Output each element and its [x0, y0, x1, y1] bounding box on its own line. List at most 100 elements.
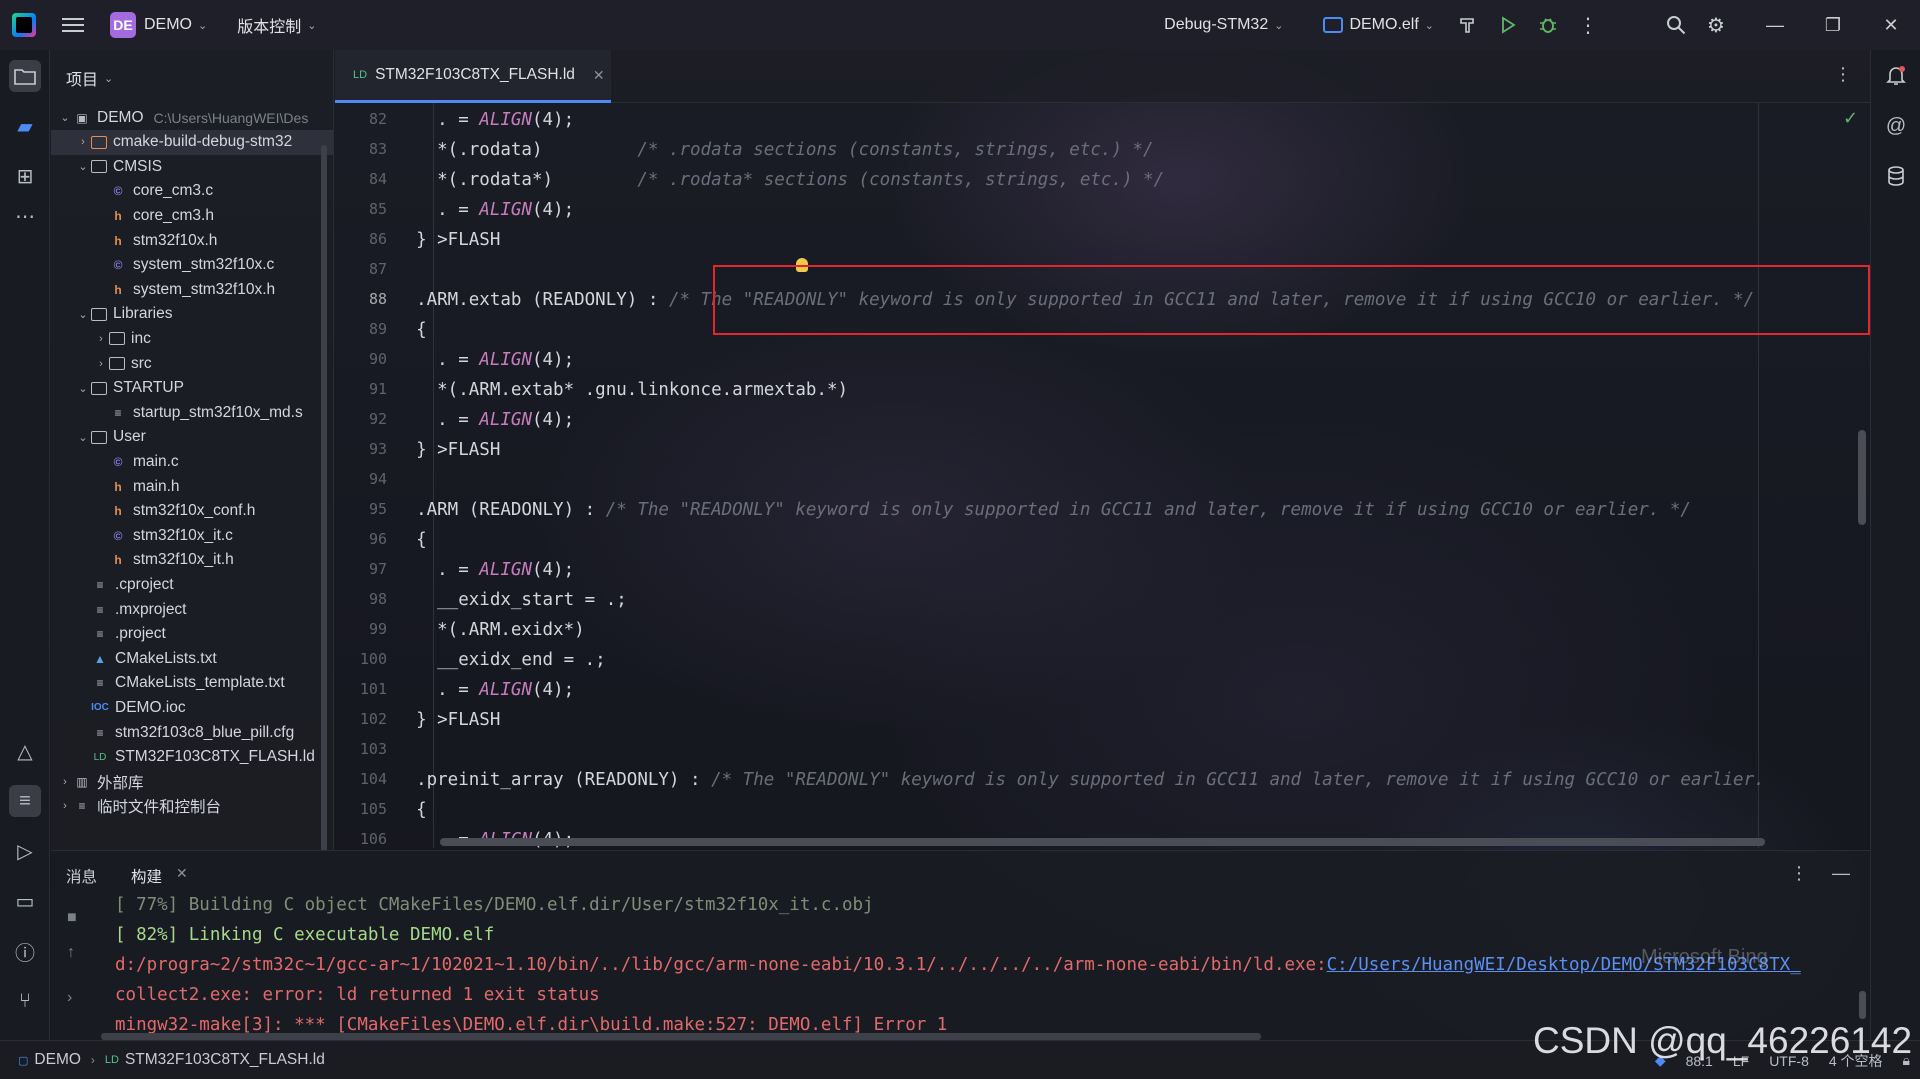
expanded-chevron-icon[interactable]: ⌄ [75, 160, 91, 173]
tree-item[interactable]: ≡ stm32f103c8_blue_pill.cfg [51, 720, 294, 745]
tree-item[interactable]: h system_stm32f10x.h [51, 277, 275, 302]
tree-item[interactable]: LD STM32F103C8TX_FLASH.ld [51, 745, 315, 770]
cmake-tool-icon[interactable]: ▰ [9, 110, 41, 142]
tab-build[interactable]: 构建 [131, 865, 162, 887]
chevron-down-icon[interactable]: ⌄ [1274, 19, 1283, 32]
close-tab-icon[interactable]: ✕ [593, 67, 605, 84]
close-build-tab-icon[interactable]: ✕ [176, 865, 188, 882]
tree-item[interactable]: ⌄ Libraries [51, 302, 172, 327]
collapsed-chevron-icon[interactable]: › [57, 776, 73, 788]
expanded-chevron-icon[interactable]: ⌄ [75, 382, 91, 395]
project-vertical-scrollbar[interactable] [321, 145, 327, 850]
tree-item[interactable]: ≡ .cproject [51, 572, 173, 597]
tree-item[interactable]: › cmake-build-debug-stm32 [51, 129, 333, 155]
chevron-down-icon[interactable]: ⌄ [104, 72, 113, 85]
tree-item[interactable]: h core_cm3.h [51, 203, 214, 228]
tree-item[interactable]: › inc [51, 326, 151, 351]
build-options-icon[interactable]: ⋮ [1790, 863, 1808, 884]
scroll-up-icon[interactable]: ↑ [67, 944, 75, 962]
editor-vertical-scrollbar[interactable] [1858, 430, 1866, 525]
run-icon[interactable] [1488, 5, 1528, 45]
terminal-icon[interactable]: ▭ [9, 885, 41, 917]
chevron-down-icon[interactable]: ⌄ [198, 19, 207, 32]
structure-icon[interactable]: ⊞ [9, 160, 41, 192]
close-window-icon[interactable]: ✕ [1862, 0, 1920, 50]
code-line[interactable]: . = ALIGN(4); [395, 105, 574, 135]
database-icon[interactable] [1880, 160, 1912, 192]
messages-tool-icon[interactable]: ≡ [9, 785, 41, 817]
no-problems-check-icon[interactable]: ✓ [1843, 108, 1858, 129]
tree-item[interactable]: › ▥ 外部库 [51, 769, 143, 794]
tree-item[interactable]: h stm32f10x_it.h [51, 548, 233, 573]
expand-chevron-icon[interactable]: › [67, 989, 72, 1007]
code-line[interactable]: .ARM (READONLY) : /* The "READONLY" keyw… [395, 495, 1691, 525]
tree-item[interactable]: ▲ CMakeLists.txt [51, 646, 217, 671]
code-editor[interactable]: . = ALIGN(4); *(.rodata) /* .rodata sect… [395, 103, 1870, 848]
code-line[interactable]: . = ALIGN(4); [395, 405, 574, 435]
collapsed-chevron-icon[interactable]: › [93, 333, 109, 345]
code-line[interactable]: } >FLASH [395, 225, 500, 255]
code-line[interactable]: *(.ARM.exidx*) [395, 615, 585, 645]
code-line[interactable]: . = ALIGN(4); [395, 675, 574, 705]
collapsed-chevron-icon[interactable]: › [93, 358, 109, 370]
tree-item[interactable]: © main.c [51, 449, 179, 474]
code-line[interactable]: __exidx_start = .; [395, 585, 627, 615]
code-line[interactable]: __exidx_end = .; [395, 645, 606, 675]
stop-build-icon[interactable]: ■ [67, 909, 77, 927]
tree-item[interactable]: © stm32f10x_it.c [51, 523, 233, 548]
code-line[interactable]: { [395, 315, 427, 345]
build-output-line[interactable]: d:/progra~2/stm32c~1/gcc-ar~1/102021~1.1… [115, 950, 1801, 980]
notifications-bell-icon[interactable] [1880, 60, 1912, 92]
cmake-triangle-icon[interactable]: △ [9, 735, 41, 767]
collapsed-chevron-icon[interactable]: › [75, 136, 91, 148]
tree-item[interactable]: ⌄ STARTUP [51, 376, 184, 401]
build-output-line[interactable]: collect2.exe: error: ld returned 1 exit … [115, 980, 600, 1010]
code-line[interactable]: { [395, 525, 427, 555]
build-hammer-icon[interactable] [1448, 5, 1488, 45]
project-tool-folder-icon[interactable] [9, 60, 41, 92]
settings-gear-icon[interactable]: ⚙ [1696, 5, 1736, 45]
project-badge[interactable]: DE [110, 12, 136, 38]
vcs-menu[interactable]: 版本控制 [237, 13, 301, 37]
editor-horizontal-scrollbar[interactable] [440, 838, 1765, 846]
code-line[interactable]: . = ALIGN(4); [395, 555, 574, 585]
tree-item[interactable]: › src [51, 351, 152, 376]
tree-item[interactable]: IOC DEMO.ioc [51, 695, 186, 720]
tree-item[interactable]: ≡ startup_stm32f10x_md.s [51, 400, 302, 425]
minimize-window-icon[interactable]: — [1746, 0, 1804, 50]
code-line[interactable]: . = ALIGN(4); [395, 345, 574, 375]
tree-item[interactable]: ⌄ User [51, 425, 145, 450]
code-line[interactable]: { [395, 795, 427, 825]
code-line[interactable]: *(.rodata*) /* .rodata* sections (consta… [395, 165, 1164, 195]
expanded-chevron-icon[interactable]: ⌄ [57, 111, 73, 124]
main-menu-icon[interactable] [62, 18, 84, 32]
hide-panel-icon[interactable]: — [1832, 863, 1850, 884]
tab-messages[interactable]: 消息 [66, 865, 97, 887]
run-configuration-selector[interactable]: Debug-STM32 [1164, 16, 1268, 34]
code-line[interactable]: } >FLASH [395, 435, 500, 465]
ai-assistant-icon[interactable]: @ [1880, 110, 1912, 142]
tree-item[interactable]: © core_cm3.c [51, 179, 214, 204]
services-run-icon[interactable]: ▷ [9, 835, 41, 867]
code-line[interactable]: *(.ARM.extab* .gnu.linkonce.armextab.*) [395, 375, 848, 405]
breadcrumb-project[interactable]: DEMO [34, 1051, 81, 1069]
project-switcher[interactable]: DEMO [144, 16, 192, 34]
restore-window-icon[interactable]: ❐ [1804, 0, 1862, 50]
code-line[interactable]: *(.rodata) /* .rodata sections (constant… [395, 135, 1153, 165]
code-line[interactable]: .preinit_array (READONLY) : /* The "READ… [395, 765, 1765, 795]
tab-options-icon[interactable]: ⋮ [1834, 64, 1852, 85]
collapsed-chevron-icon[interactable]: › [57, 800, 73, 812]
build-horizontal-scrollbar[interactable] [101, 1033, 1261, 1040]
more-tools-icon[interactable]: ⋯ [9, 200, 41, 232]
tree-item[interactable]: ⌄ CMSIS [51, 154, 162, 179]
more-actions-icon[interactable]: ⋮ [1568, 5, 1608, 45]
tree-item[interactable]: © system_stm32f10x.c [51, 253, 275, 278]
tree-item[interactable]: › ≡ 临时文件和控制台 [51, 794, 221, 819]
breadcrumb-file[interactable]: STM32F103C8TX_FLASH.ld [125, 1051, 325, 1069]
git-branch-icon[interactable]: ⑂ [9, 985, 41, 1017]
code-line[interactable]: } >FLASH [395, 705, 500, 735]
search-icon[interactable] [1656, 5, 1696, 45]
editor-tab-flash-ld[interactable]: LD STM32F103C8TX_FLASH.ld ✕ [335, 50, 611, 103]
expanded-chevron-icon[interactable]: ⌄ [75, 308, 91, 321]
chevron-down-icon[interactable]: ⌄ [307, 19, 316, 32]
